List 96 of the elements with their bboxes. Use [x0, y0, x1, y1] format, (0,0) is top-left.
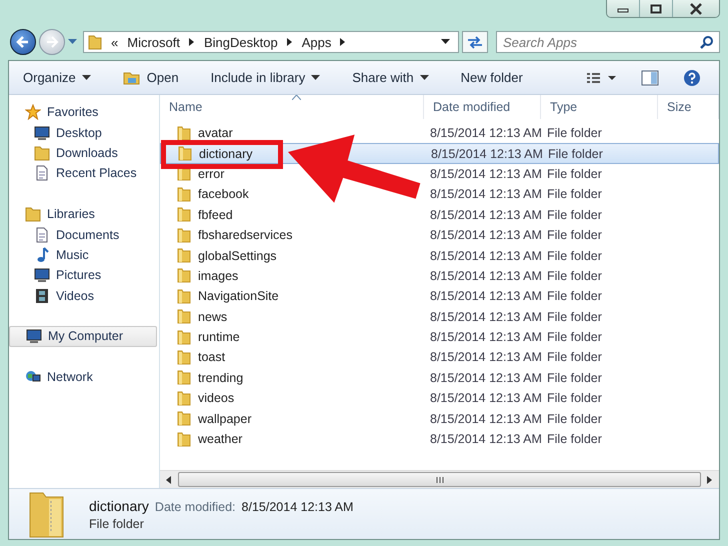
- help-icon: [683, 68, 701, 86]
- toolbar-button[interactable]: Include in library: [210, 67, 330, 88]
- address-bar[interactable]: « Microsoft BingDesktop Apps: [83, 31, 459, 53]
- monitor-icon: [34, 124, 50, 141]
- chevron-icon[interactable]: [286, 38, 293, 46]
- folder-icon: [88, 34, 102, 50]
- maximize-icon: [650, 4, 662, 14]
- refresh-button[interactable]: [462, 31, 488, 53]
- column-header[interactable]: Date modified: [424, 95, 541, 119]
- nav-item[interactable]: Favorites: [9, 102, 159, 122]
- caret-icon: [311, 74, 320, 80]
- folder-icon: [177, 350, 191, 365]
- scroll-right-icon[interactable]: [707, 476, 713, 484]
- document-icon: [34, 165, 50, 182]
- close-icon: [689, 2, 703, 14]
- nav-item[interactable]: Videos: [9, 286, 159, 306]
- folder-icon: [177, 207, 191, 222]
- monitor-icon: [26, 328, 42, 344]
- file-row[interactable]: facebook 8/15/2014 12:13 AM File folder: [160, 184, 719, 205]
- file-row[interactable]: error 8/15/2014 12:13 AM File folder: [160, 164, 719, 184]
- maximize-button[interactable]: [639, 0, 672, 17]
- column-header[interactable]: Name: [160, 95, 424, 119]
- folder-icon: [177, 309, 191, 324]
- file-row[interactable]: globalSettings 8/15/2014 12:13 AM File folder: [160, 245, 719, 266]
- horizontal-scrollbar[interactable]: [160, 470, 719, 488]
- folder-icon: [177, 248, 191, 264]
- folder-icon: [177, 288, 191, 304]
- file-row[interactable]: news 8/15/2014 12:13 AM File folder: [160, 306, 719, 327]
- caret-icon: [420, 74, 429, 80]
- toolbar-button[interactable]: Open: [122, 67, 189, 88]
- forward-arrow-icon: [45, 35, 59, 49]
- minimize-button[interactable]: [607, 0, 639, 17]
- folder-icon: [177, 432, 191, 447]
- folder-icon: [177, 330, 191, 345]
- file-row[interactable]: videos 8/15/2014 12:13 AM File folder: [160, 388, 719, 408]
- chevron-icon[interactable]: [188, 38, 195, 46]
- column-header[interactable]: Size: [658, 95, 719, 119]
- nav-item[interactable]: My Computer: [9, 326, 157, 347]
- nav-item[interactable]: Network: [9, 367, 159, 388]
- folder-icon: [177, 126, 191, 141]
- toolbar-button[interactable]: New folder: [460, 67, 533, 88]
- scrollbar-thumb[interactable]: [178, 472, 701, 487]
- overflow-chevron[interactable]: «: [111, 34, 118, 50]
- date-value: 8/15/2014 12:13 AM: [242, 500, 354, 514]
- preview-pane-icon: [641, 70, 659, 86]
- film-icon: [34, 288, 50, 304]
- caret-icon: [82, 74, 91, 80]
- file-row[interactable]: fbfeed 8/15/2014 12:13 AM File folder: [160, 204, 719, 225]
- list-view-icon: [587, 72, 617, 84]
- file-row[interactable]: toast 8/15/2014 12:13 AM File folder: [160, 347, 719, 368]
- folder-icon: [178, 146, 192, 162]
- file-row[interactable]: runtime 8/15/2014 12:13 AM File folder: [160, 326, 719, 348]
- breadcrumb[interactable]: BingDesktop: [204, 34, 278, 50]
- refresh-icon: [466, 35, 484, 49]
- nav-item[interactable]: Music: [9, 244, 159, 266]
- file-row[interactable]: trending 8/15/2014 12:13 AM File folder: [160, 368, 719, 388]
- file-name: dictionary: [89, 498, 149, 514]
- nav-item[interactable]: Documents: [9, 224, 159, 245]
- breadcrumb[interactable]: Apps: [302, 34, 332, 50]
- folder-icon: [177, 411, 191, 426]
- folder-icon: [34, 144, 50, 161]
- search-icon: [700, 35, 714, 49]
- file-row[interactable]: fbsharedservices 8/15/2014 12:13 AM File folder: [160, 224, 719, 246]
- column-header[interactable]: Type: [541, 95, 658, 119]
- nav-item[interactable]: Pictures: [9, 265, 159, 286]
- nav-item[interactable]: Downloads: [9, 142, 159, 164]
- folder-icon: [177, 186, 191, 202]
- scroll-left-icon[interactable]: [166, 476, 172, 484]
- date-label: Date modified:: [154, 500, 236, 514]
- file-row[interactable]: wallpaper 8/15/2014 12:13 AM File folder: [160, 408, 719, 429]
- monitor-icon: [34, 267, 50, 284]
- toolbar-button[interactable]: Share with: [352, 67, 439, 88]
- file-row[interactable]: images 8/15/2014 12:13 AM File folder: [160, 266, 719, 286]
- close-button[interactable]: [672, 0, 719, 17]
- dropdown-icon[interactable]: [441, 39, 450, 45]
- file-row[interactable]: avatar 8/15/2014 12:13 AM File folder: [160, 123, 719, 144]
- caret-icon[interactable]: [68, 39, 77, 45]
- folder-icon: [122, 70, 141, 84]
- nav-item[interactable]: Libraries: [9, 204, 159, 224]
- chevron-icon[interactable]: [340, 38, 346, 46]
- document-icon: [34, 226, 50, 243]
- back-button[interactable]: [10, 29, 36, 55]
- folder-icon: [177, 390, 191, 406]
- nav-item[interactable]: Desktop: [9, 122, 159, 143]
- folder-icon: [177, 370, 191, 386]
- folder-icon: [177, 228, 191, 243]
- search-field[interactable]: Search Apps: [496, 31, 720, 53]
- file-row[interactable]: weather 8/15/2014 12:13 AM File folder: [160, 428, 719, 450]
- folder-icon: [25, 206, 41, 222]
- nav-item[interactable]: Recent Places: [9, 163, 159, 184]
- breadcrumb[interactable]: Microsoft: [127, 34, 180, 50]
- file-type: File folder: [89, 516, 145, 530]
- folder-icon: [177, 268, 191, 284]
- file-row[interactable]: NavigationSite 8/15/2014 12:13 AM File folder: [160, 286, 719, 307]
- back-arrow-icon: [16, 35, 30, 49]
- toolbar-button[interactable]: Organize: [23, 67, 101, 88]
